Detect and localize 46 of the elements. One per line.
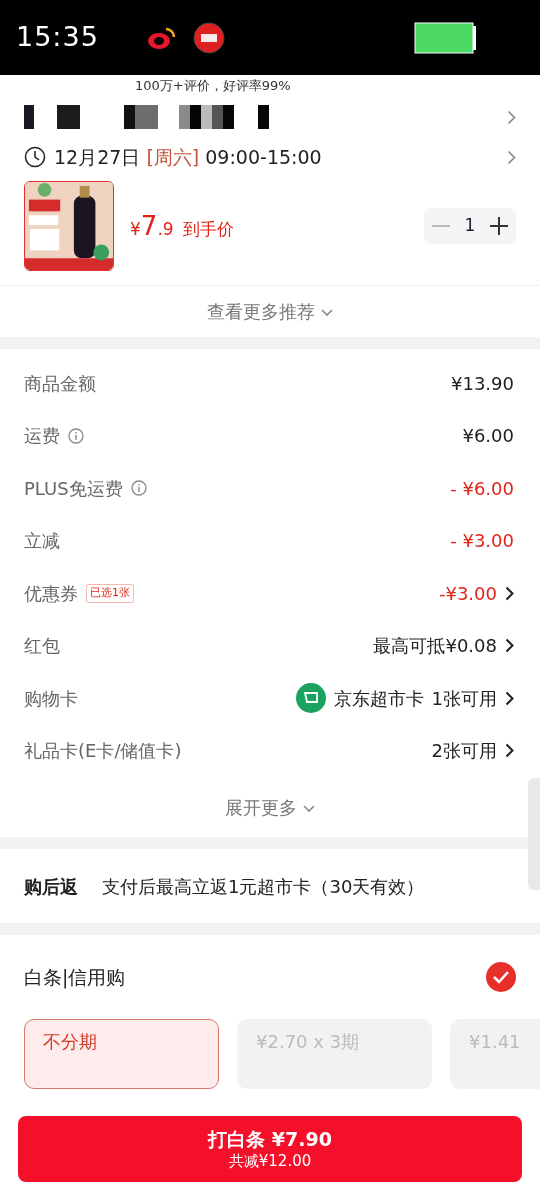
- cashback-label: 购后返: [24, 874, 78, 899]
- fee-value: ¥6.00: [462, 424, 514, 449]
- fee-label: 立减: [24, 529, 60, 554]
- product-price: ¥7.9 到手价: [130, 209, 234, 243]
- quantity-stepper[interactable]: 1: [424, 208, 516, 244]
- installment-option[interactable]: 不分期: [24, 1019, 219, 1089]
- expand-more-link[interactable]: 展开更多: [225, 793, 315, 821]
- caret-icon: [302, 804, 315, 813]
- plus-icon[interactable]: [490, 217, 508, 235]
- fee-label: 商品金额: [24, 371, 96, 396]
- more-recommendations-link[interactable]: 查看更多推荐: [207, 298, 333, 325]
- fee-value: - ¥6.00: [450, 476, 514, 501]
- clock-time: 15:35: [16, 20, 99, 55]
- fee-label: 优惠券: [24, 581, 78, 606]
- cashback-text: 支付后最高立返1元超市卡（30天有效）: [102, 874, 425, 899]
- fee-value: -¥3.00: [438, 581, 497, 606]
- selected-coupon-tag: 已选1张: [86, 584, 134, 603]
- caret-icon: [320, 309, 333, 317]
- checkbox[interactable]: [486, 962, 516, 992]
- info-icon[interactable]: [68, 427, 84, 444]
- chevron-icon: [505, 690, 514, 706]
- fee-label: 红包: [24, 634, 60, 659]
- card-icon: [295, 683, 326, 714]
- fee-label: PLUS免运费: [24, 476, 123, 501]
- fee-value: 最高可抵¥0.08: [373, 634, 497, 659]
- card-name: 京东超市卡: [333, 686, 424, 711]
- review-summary: 100万+评价，好评率99%: [134, 77, 292, 95]
- payment-method-title: 白条|信用购: [24, 964, 126, 991]
- delivery-time[interactable]: 12月27日 [周六] 09:00-15:00: [54, 142, 322, 172]
- chevron-icon: [505, 638, 514, 654]
- clock-icon: [24, 146, 46, 168]
- chevron-icon: [507, 149, 516, 165]
- chevron-icon: [505, 585, 514, 601]
- fee-value: ¥13.90: [451, 371, 514, 396]
- fee-label: 运费: [24, 424, 60, 449]
- chevron-icon: [505, 743, 514, 759]
- battery-icon: [414, 21, 476, 54]
- chevron-icon: [507, 109, 516, 125]
- fee-label: 礼品卡(E卡/储值卡): [24, 739, 182, 764]
- fee-value: 2张可用: [431, 739, 497, 764]
- app-notification-icon: [192, 21, 225, 54]
- fee-value: - ¥3.00: [450, 529, 514, 554]
- pay-button[interactable]: 打白条 ¥7.90 共减¥12.00: [18, 1116, 522, 1182]
- fee-label: 购物卡: [24, 686, 78, 711]
- info-icon[interactable]: [130, 480, 147, 497]
- fee-value: 1张可用: [431, 686, 497, 711]
